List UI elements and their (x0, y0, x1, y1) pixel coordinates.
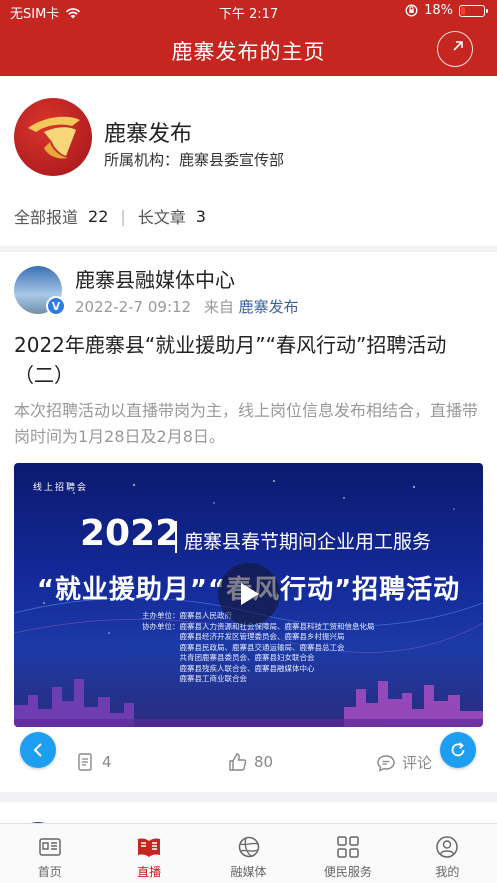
home-icon (38, 838, 61, 856)
play-icon (241, 583, 259, 605)
battery-percent: 18% (424, 3, 453, 18)
video-year: 2022 (80, 513, 181, 554)
like-count: 80 (254, 753, 274, 771)
page-title: 鹿寨发布的主页 (171, 40, 326, 64)
profile-stats: 全部报道 22 | 长文章 3 (14, 204, 206, 228)
bottom-tab-bar: 首页 直播 融媒体 便民服务 我的 (0, 823, 497, 883)
post-meta: 2022-2-7 09:12 来自 鹿寨发布 (75, 296, 299, 317)
user-icon (436, 836, 459, 858)
post-source-link[interactable]: 鹿寨发布 (239, 298, 299, 316)
tab-live[interactable]: 直播 (99, 824, 198, 883)
stat-long-articles-count: 3 (195, 206, 206, 226)
post-summary: 本次招聘活动以直播带岗为主，线上岗位信息发布相结合，直播带岗时间为1月28日及2… (14, 401, 479, 446)
tab-live-label: 直播 (137, 865, 162, 879)
comment-icon (377, 754, 395, 772)
tab-media[interactable]: 融媒体 (199, 824, 298, 883)
live-icon (138, 838, 161, 857)
stat-all-reports-label[interactable]: 全部报道 (14, 204, 78, 228)
share-icon (453, 41, 463, 51)
video-tag: 线上招聘会 (33, 483, 89, 493)
tab-mine-label: 我的 (435, 865, 460, 879)
thumbs-up-icon (229, 753, 247, 771)
post-title[interactable]: 2022年鹿寨县“就业援助月”“春风行动”招聘活动（二） (14, 330, 486, 390)
org-label: 所属机构： (104, 151, 180, 169)
profile-org: 所属机构：鹿寨县委宣传部 (104, 149, 284, 170)
profile-header: 鹿寨发布 所属机构：鹿寨县委宣传部 全部报道 22 | 长文章 3 (0, 76, 497, 246)
verified-badge: V (46, 296, 66, 316)
post-card[interactable]: V 鹿寨县融媒体中心 2022-2-7 09:12 来自 鹿寨发布 2022年鹿… (0, 252, 497, 792)
post-author[interactable]: 鹿寨县融媒体中心 (75, 264, 235, 293)
profile-name: 鹿寨发布 (104, 122, 193, 147)
post-actions: 4 80 评论 (0, 752, 497, 780)
stat-long-articles-label[interactable]: 长文章 (138, 204, 186, 228)
battery-level (461, 6, 465, 15)
status-bar: 无SIM卡 下午 2:17 18% (0, 0, 497, 24)
organizer-line: 鹿寨县经济开发区管理委员会、鹿寨县乡村振兴局 (142, 632, 345, 641)
organizer-line: 主办单位：鹿寨县人民政府 (142, 611, 232, 620)
tab-services-label: 便民服务 (323, 865, 372, 879)
organizer-line: 鹿寨县民政局、鹿寨县交通运输局、鹿寨县总工会 (142, 642, 345, 652)
orientation-lock-icon (405, 4, 418, 17)
top-bar: 无SIM卡 下午 2:17 18% 鹿寨发布的主页 (0, 0, 497, 76)
tab-home[interactable]: 首页 (0, 824, 99, 883)
stat-all-reports-count: 22 (88, 206, 109, 226)
tab-media-label: 融媒体 (230, 865, 267, 879)
city-skyline (14, 679, 483, 727)
tab-home-label: 首页 (37, 865, 62, 879)
tab-services[interactable]: 便民服务 (298, 824, 397, 883)
post-date: 2022-2-7 09:12 (75, 298, 192, 316)
share-button[interactable] (437, 31, 473, 67)
brand-logo (14, 98, 92, 176)
organizer-line: 共青团鹿寨县委员会、鹿寨县妇女联合会 (142, 653, 315, 662)
comment-button[interactable]: 评论 (376, 752, 432, 773)
video-thumbnail[interactable]: 线上招聘会 2022 鹿寨县春节期间企业用工服务 “就业援助月”“春风行动”招聘… (14, 463, 483, 727)
comment-label: 评论 (402, 754, 433, 772)
org-value: 鹿寨县委宣传部 (179, 151, 285, 169)
video-headline-1: 鹿寨县春节期间企业用工服务 (184, 531, 432, 553)
play-button[interactable] (218, 563, 280, 625)
read-count-value: 4 (102, 753, 112, 771)
read-count[interactable]: 4 (76, 752, 112, 772)
media-icon (238, 836, 259, 858)
battery-icon (459, 4, 488, 17)
like-button[interactable]: 80 (228, 752, 273, 772)
grid-icon (337, 836, 359, 858)
author-avatar[interactable]: V (14, 266, 66, 316)
from-label: 来自 (203, 298, 234, 316)
stat-divider: | (120, 206, 126, 226)
tab-mine[interactable]: 我的 (398, 824, 497, 883)
organizer-line: 协办单位：鹿寨县人力资源和社会保障局、鹿寨县科技工贸和信息化局 (142, 621, 375, 631)
read-icon (78, 753, 92, 771)
